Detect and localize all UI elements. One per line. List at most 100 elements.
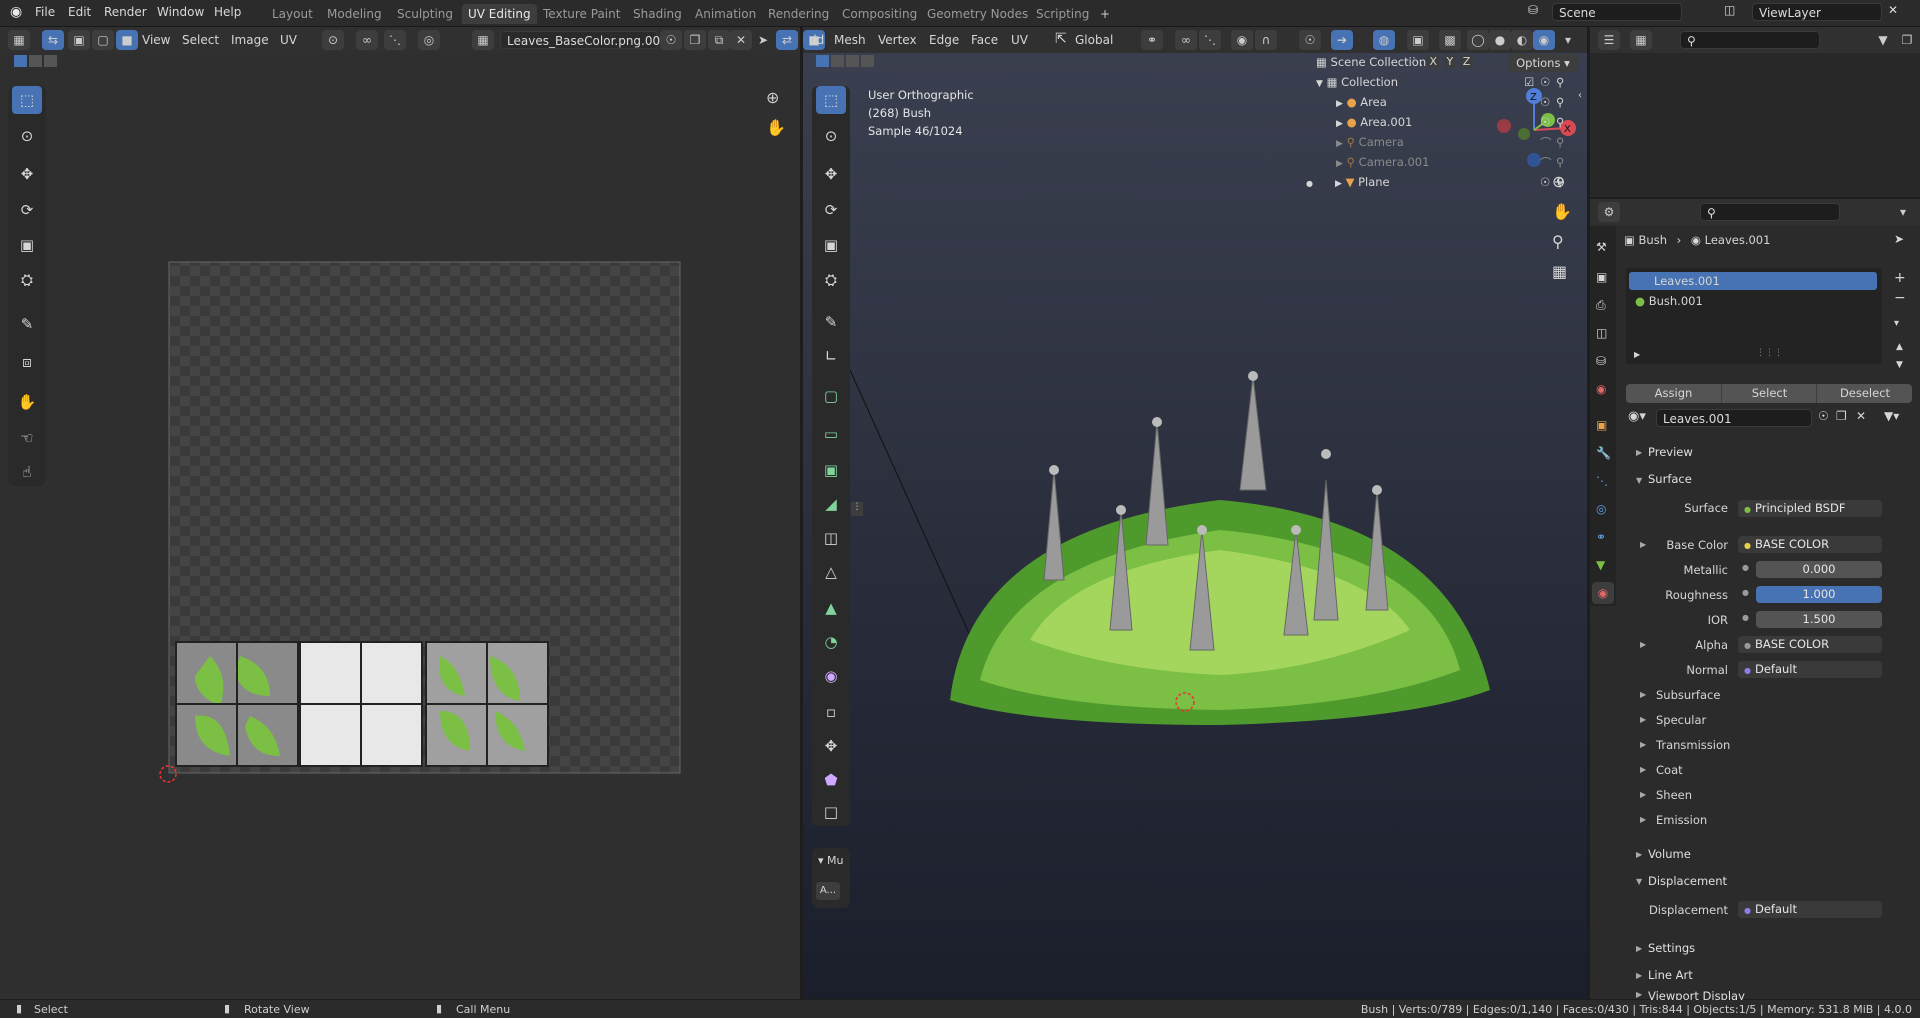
camera-icon[interactable]: ⚲ [1552,232,1564,251]
collapse-icon[interactable]: ▶ [1636,990,1642,999]
outliner-search-input[interactable]: ⚲ [1680,31,1820,49]
collapse-icon[interactable]: ▶ [1636,971,1642,980]
menu-file[interactable]: File [35,5,55,19]
camera-render-icon[interactable]: ⚲ [1556,115,1564,129]
material-slot[interactable]: Leaves.001 [1629,272,1877,290]
move-slot-up-icon[interactable]: ▲ [1896,342,1903,352]
hand-icon[interactable]: ✋ [1552,202,1572,221]
view-layer-icon[interactable]: ◫ [1724,3,1735,17]
material-shading-icon[interactable]: ◐ [1511,30,1533,50]
image-browse-icon[interactable]: ▦ [472,30,494,50]
viewport-select-mode-icons[interactable] [816,55,892,69]
pivot-icon[interactable]: ⊙ [322,30,344,50]
physics-tab-icon[interactable]: ◎ [1596,502,1606,516]
sidebar-toggle-icon[interactable]: ‹ [1578,90,1582,101]
assign-button[interactable]: Assign [1626,384,1721,403]
subpanel-coat[interactable]: Coat [1656,763,1683,777]
material-specials-icon[interactable]: ▼▾ [1884,409,1899,423]
render-tab-icon[interactable]: ▣ [1596,270,1607,284]
view-layer-field[interactable]: ViewLayer [1752,3,1882,21]
new-collection-icon[interactable]: ❐ [1896,30,1918,50]
pin-icon[interactable]: ➤ [752,30,774,50]
expand-icon[interactable]: ▶ [1336,139,1343,149]
spin-icon[interactable]: ◔ [816,628,846,656]
grab-icon[interactable]: ✋ [12,388,42,416]
section-line-art[interactable]: Line Art [1648,968,1693,982]
list-expand-icon[interactable]: ▶ [1634,350,1640,359]
section-volume[interactable]: Volume [1648,847,1691,861]
menu-face[interactable]: Face [971,33,998,47]
menu-uv[interactable]: UV [1011,33,1028,47]
output-tab-icon[interactable]: ⎙ [1596,298,1606,313]
expand-icon[interactable]: ▶ [1640,740,1646,749]
expand-icon[interactable]: ▼ [1316,79,1323,89]
overlay-icon[interactable]: ◍ [1373,30,1395,50]
open-image-icon[interactable]: ⧉ [708,30,730,50]
menu-edge[interactable]: Edge [929,33,959,47]
loop-cut-icon[interactable]: ◫ [816,524,846,552]
eye-hidden-icon[interactable]: ⌒ [1540,155,1552,171]
camera-render-icon[interactable]: ⚲ [1556,95,1564,109]
outliner-item[interactable]: ● ▶ ▼ Plane ☉ ⚲ [1300,175,1568,191]
add-cube-icon[interactable]: ▢ [816,382,846,410]
uv-menu-select[interactable]: Select [182,33,219,47]
section-displacement[interactable]: Displacement [1648,874,1727,888]
pivot-point-icon[interactable]: ⚭ [1141,30,1163,50]
grid-icon[interactable]: ▦ [1552,262,1567,281]
world-tab-icon[interactable]: ◉ [1596,382,1606,396]
solid-shading-icon[interactable]: ● [1489,30,1511,50]
tab-uv-editing[interactable]: UV Editing [462,4,537,24]
checkbox-icon[interactable]: ☑ [1524,75,1534,89]
properties-search-input[interactable]: ⚲ [1700,203,1840,221]
annotate-icon[interactable]: ✎ [12,310,42,338]
sync-selection-icon[interactable]: ⇆ [42,30,64,50]
image-name-field[interactable]: Leaves_BaseColor.png.001 [500,31,668,49]
constraints-tab-icon[interactable]: ⚭ [1596,530,1606,544]
wireframe-shading-icon[interactable]: ◯ [1467,30,1489,50]
duplicate-material-icon[interactable]: ❐ [1836,409,1847,423]
expand-icon[interactable]: ▶ [1336,159,1343,169]
select-box-icon[interactable]: ⬚ [12,86,42,114]
expand-icon[interactable]: ▼ [1636,476,1642,485]
subpanel-emission[interactable]: Emission [1656,813,1707,827]
section-settings[interactable]: Settings [1648,941,1695,955]
eye-icon[interactable]: ☉ [1540,175,1550,189]
pinch-icon[interactable]: ☝ [12,458,42,486]
uv-select-mode-icons[interactable] [14,55,64,69]
view-layer-tab-icon[interactable]: ◫ [1596,326,1607,340]
add-slot-icon[interactable]: + [1894,270,1906,286]
menu-vertex[interactable]: Vertex [878,33,917,47]
base-color-field[interactable]: ● BASE COLOR [1738,536,1882,553]
unlink-material-icon[interactable]: ✕ [1856,409,1866,423]
expand-icon[interactable]: ▶ [1335,179,1342,189]
data-tab-icon[interactable]: ▼ [1596,558,1605,572]
tab-texture-paint[interactable]: Texture Paint [537,4,626,24]
section-surface[interactable]: Surface [1648,472,1692,486]
uv-menu-view[interactable]: View [142,33,170,47]
tab-shading[interactable]: Shading [627,4,688,24]
relax-icon[interactable]: ☜ [12,424,42,452]
uv-menu-image[interactable]: Image [231,33,269,47]
camera-render-icon[interactable]: ⚲ [1556,155,1564,169]
edge-mode-icon[interactable]: ▢ [92,30,114,50]
fake-user-icon[interactable]: ☉ [660,30,682,50]
section-viewport-display[interactable]: Viewport Display [1648,989,1745,1000]
outliner-item[interactable]: ▶ ⚲ Camera.001 ⌒ ⚲ [1300,155,1568,171]
snap-icon[interactable]: ∞ [356,30,378,50]
add-workspace-icon[interactable]: + [1094,4,1116,24]
surface-shader-field[interactable]: ● Principled BSDF [1738,500,1882,517]
proportional-icon[interactable]: ◎ [418,30,440,50]
deselect-button[interactable]: Deselect [1816,384,1913,403]
menu-render[interactable]: Render [104,5,147,19]
subpanel-transmission[interactable]: Transmission [1656,738,1730,752]
material-browse-icon[interactable]: ◉▾ [1628,409,1646,424]
bevel-icon[interactable]: ◢ [816,490,846,518]
expand-icon[interactable]: ▶ [1640,640,1646,649]
edge-slide-icon[interactable]: ▫ [816,698,846,726]
menu-edit[interactable]: Edit [68,5,91,19]
camera-render-icon[interactable]: ⚲ [1556,175,1564,189]
scene-icon[interactable]: ⛁ [1528,3,1538,17]
menu-window[interactable]: Window [157,5,204,19]
displacement-field[interactable]: ● Default [1738,901,1882,918]
knife-icon[interactable]: △ [816,558,846,586]
